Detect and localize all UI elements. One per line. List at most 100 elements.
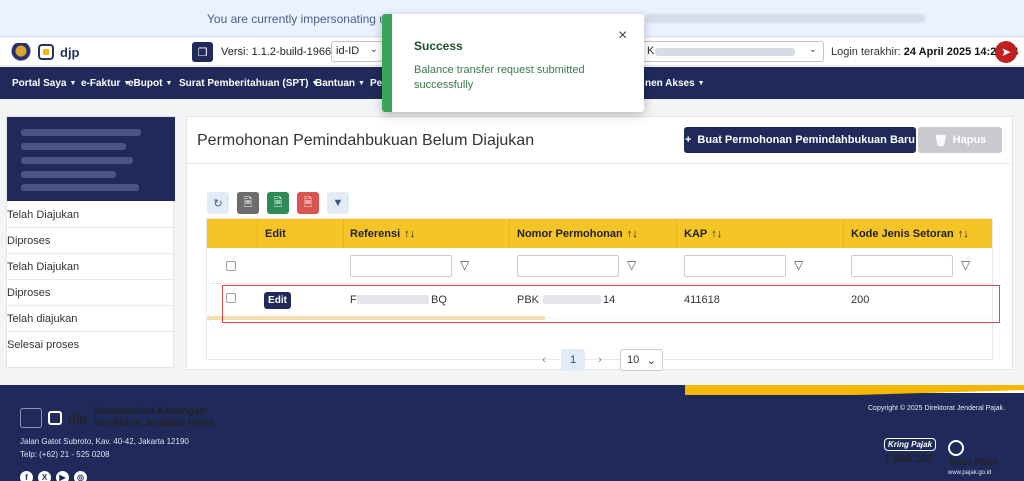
column-separator — [509, 219, 510, 248]
toast-message: Balance transfer request submitted succe… — [414, 64, 585, 91]
redacted-line — [21, 157, 133, 164]
facebook-icon[interactable]: f — [20, 471, 33, 481]
nav-partial-left[interactable]: Pe — [370, 78, 382, 89]
sort-icon: ↑↓ — [711, 228, 723, 240]
new-transfer-request-button[interactable]: + Buat Permohonan Pemindahbukuan Baru — [684, 127, 916, 153]
filter-icon[interactable]: ▽ — [794, 258, 803, 272]
main-card: Permohonan Pemindahbukuan Belum Diajukan… — [186, 116, 1013, 371]
column-label: Nomor Permohonan — [517, 228, 623, 240]
nav-ebupot[interactable]: eBupot ▼ — [128, 78, 172, 89]
kemenkeu-emblem-icon — [10, 43, 32, 61]
trash-icon: 🗑 — [933, 134, 948, 147]
column-header-kode-jenis-setoran[interactable]: Kode Jenis Setoran ↑↓ — [851, 228, 969, 240]
select-all-checkbox[interactable] — [226, 261, 236, 271]
filter-row: ▽ ▽ ▽ ▽ — [207, 248, 992, 284]
clear-filter-icon[interactable]: ▼ — [327, 192, 349, 214]
redacted-line — [21, 143, 126, 150]
account-select[interactable]: K ⌄ — [640, 41, 824, 62]
close-icon[interactable]: × — [618, 27, 627, 45]
version-label: Versi: 1.1.2-build-1966 — [221, 46, 332, 58]
column-header-referensi[interactable]: Referensi ↑↓ — [350, 228, 415, 240]
sidebar-item-diproses[interactable]: Diproses — [7, 228, 175, 254]
caret-down-icon: ▼ — [165, 80, 173, 87]
kring-pajak-number: 1 500 200 — [884, 453, 933, 465]
pagination-prev[interactable]: ‹ — [537, 349, 551, 371]
logout-icon[interactable]: ➤ — [995, 41, 1017, 63]
caret-down-icon: ▼ — [69, 80, 77, 87]
language-value: id-ID — [336, 45, 360, 57]
delete-button-label: Hapus — [952, 134, 987, 146]
sort-icon: ↑↓ — [626, 228, 638, 240]
nav-label: eBupot — [128, 78, 163, 89]
nav-akses[interactable]: nen Akses ▼ — [645, 78, 705, 89]
nav-portal-saya[interactable]: Portal Saya ▼ — [12, 78, 76, 89]
column-label: Kode Jenis Setoran — [851, 228, 954, 240]
nav-efaktur[interactable]: e-Faktur ▼ — [81, 78, 130, 89]
page-size-select[interactable]: 10 ⌄ — [620, 349, 663, 371]
djp-logo-icon — [38, 44, 54, 60]
nav-label: e-Faktur — [81, 78, 121, 89]
redacted-line — [21, 171, 116, 178]
refresh-icon[interactable]: ↻ — [207, 192, 229, 214]
impersonation-text: You are currently impersonating user: — [207, 12, 406, 26]
delete-button[interactable]: 🗑 Hapus — [918, 127, 1002, 153]
sidebar-item-diproses-2[interactable]: Diproses — [7, 280, 175, 306]
column-label: Referensi — [350, 228, 401, 240]
row-highlight — [222, 285, 1000, 323]
footer-copyright: Copyright © 2025 Direktorat Jenderal Paj… — [868, 405, 1006, 412]
sidebar-item-selesai-proses[interactable]: Selesai proses — [7, 332, 175, 358]
column-label: KAP — [684, 228, 708, 240]
redacted-line — [21, 129, 141, 136]
redacted-line — [21, 184, 139, 191]
logo[interactable]: djp — [10, 43, 80, 61]
footer-address: Jalan Gatot Subroto, Kav. 40-42, Jakarta… — [20, 437, 189, 446]
new-button-label: Buat Permohonan Pemindahbukuan Baru — [697, 134, 916, 146]
kring-pajak-logo[interactable]: Kring Pajak 1 500 200 — [884, 438, 938, 478]
pagination-page-1[interactable]: 1 — [561, 349, 585, 371]
filter-input-nomor[interactable] — [517, 255, 619, 277]
filter-input-referensi[interactable] — [350, 255, 452, 277]
djp-logo-icon — [48, 411, 62, 425]
sidebar-item-telah-diajukan-3[interactable]: Telah diajukan — [7, 306, 175, 332]
footer-phone: Telp: (+62) 21 - 525 0208 — [20, 450, 110, 459]
nav-label: Pe — [370, 78, 383, 89]
column-header-kap[interactable]: KAP ↑↓ — [684, 228, 722, 240]
djp-brand-text: djp — [60, 44, 80, 60]
column-separator — [843, 219, 844, 248]
chevron-down-icon: ⌄ — [808, 44, 817, 55]
pagination-next[interactable]: › — [593, 349, 607, 371]
globe-icon — [948, 440, 964, 456]
sidebar-item-telah-diajukan[interactable]: Telah Diajukan — [7, 202, 175, 228]
export-excel-icon[interactable]: 🗎 — [267, 192, 289, 214]
success-toast: Success Balance transfer request submitt… — [382, 14, 644, 112]
sort-icon: ↑↓ — [957, 228, 969, 240]
youtube-icon[interactable]: ▶ — [56, 471, 69, 481]
footer-stripe-yellow — [685, 385, 855, 395]
footer-logo: djp — [20, 408, 88, 428]
copy-icon[interactable]: ❐ — [192, 42, 213, 62]
filter-input-kap[interactable] — [684, 255, 786, 277]
situs-pajak-logo[interactable]: Situs Pajak www.pajak.go.id — [948, 440, 1008, 478]
export-pdf-icon[interactable]: 🗎 — [297, 192, 319, 214]
x-twitter-icon[interactable]: X — [38, 471, 51, 481]
instagram-icon[interactable]: ◎ — [74, 471, 87, 481]
column-header-nomor-permohonan[interactable]: Nomor Permohonan ↑↓ — [517, 228, 638, 240]
filter-input-kode[interactable] — [851, 255, 953, 277]
filter-icon[interactable]: ▽ — [460, 258, 469, 272]
filter-icon[interactable]: ▽ — [627, 258, 636, 272]
page-title: Permohonan Pemindahbukuan Belum Diajukan — [197, 132, 535, 149]
export-document-icon[interactable]: 🗎 — [237, 192, 259, 214]
situs-pajak-label: Situs Pajak — [950, 456, 999, 467]
language-select[interactable]: id-ID ⌄ — [331, 41, 383, 62]
column-separator — [676, 219, 677, 248]
nav-spt[interactable]: Surat Pemberitahuan (SPT) ▼ — [179, 78, 318, 89]
sidebar-item-telah-diajukan-2[interactable]: Telah Diajukan — [7, 254, 175, 280]
footer — [0, 385, 1024, 481]
nav-bantuan[interactable]: Bantuan ▼ — [315, 78, 365, 89]
column-separator — [257, 219, 258, 248]
filter-icon[interactable]: ▽ — [961, 258, 970, 272]
toast-title: Success — [414, 39, 463, 53]
last-login-label: Login terakhir: — [831, 46, 901, 58]
caret-down-icon: ▼ — [697, 80, 705, 87]
chevron-down-icon: ⌄ — [369, 44, 378, 55]
